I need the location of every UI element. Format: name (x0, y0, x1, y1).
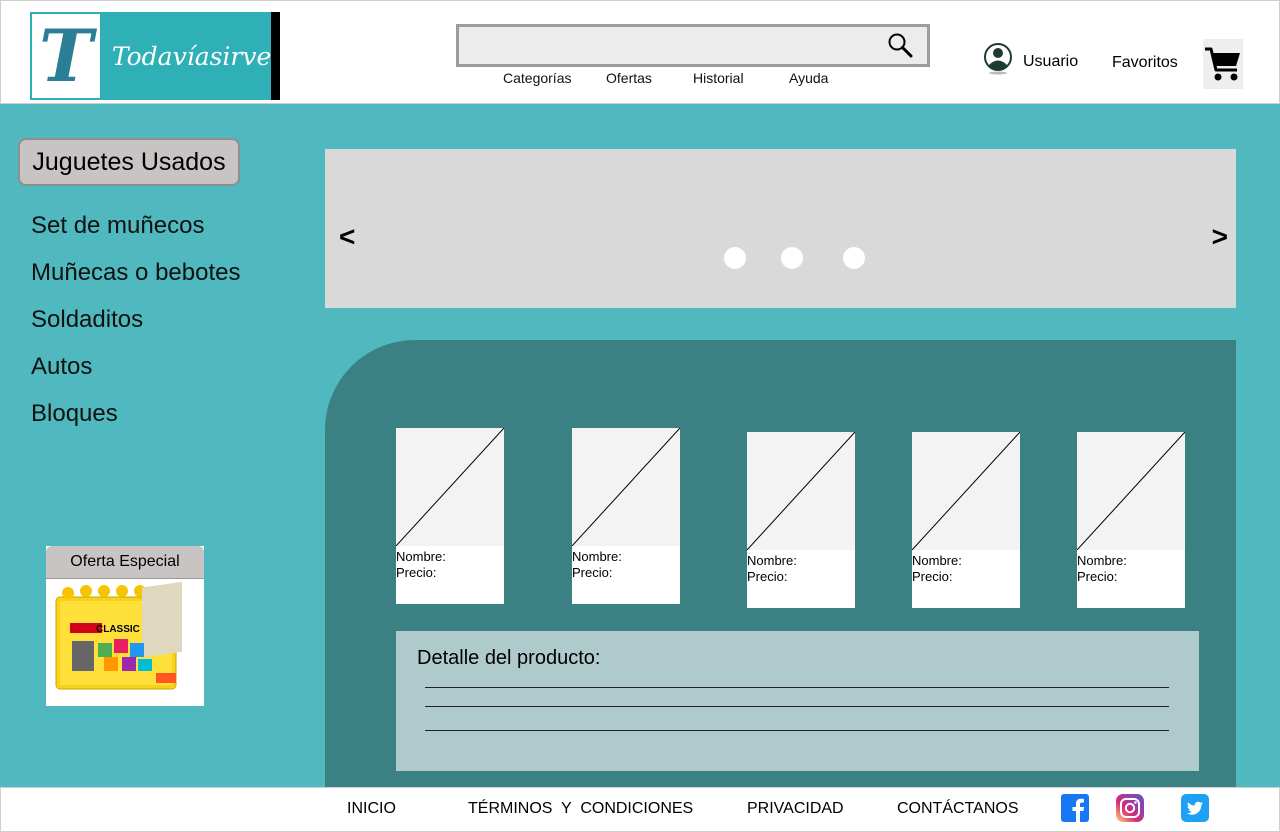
carousel-dot-2[interactable] (781, 247, 803, 269)
product-name-label: Nombre: (572, 549, 622, 564)
product-card[interactable]: Nombre: Precio: (747, 432, 855, 608)
search-input[interactable] (456, 24, 930, 67)
detail-line (425, 730, 1169, 731)
footer-link-inicio[interactable]: INICIO (347, 800, 396, 818)
nav-categorias[interactable]: Categorías (503, 70, 571, 86)
sidebar-item-munecas[interactable]: Muñecas o bebotes (31, 259, 240, 287)
product-image-placeholder (1077, 432, 1185, 550)
footer-link-privacidad[interactable]: PRIVACIDAD (747, 800, 844, 818)
footer-link-terminos[interactable]: TÉRMINOS Y CONDICIONES (468, 800, 693, 818)
product-name-label: Nombre: (747, 553, 797, 568)
special-offer-title: Oferta Especial (46, 546, 204, 579)
sidebar-item-soldaditos[interactable]: Soldaditos (31, 306, 143, 334)
product-name-label: Nombre: (1077, 553, 1127, 568)
product-price-label: Precio: (572, 565, 613, 580)
product-card[interactable]: Nombre: Precio: (572, 428, 680, 604)
product-name-label: Nombre: (912, 553, 962, 568)
detail-line (425, 706, 1169, 707)
twitter-icon[interactable] (1181, 794, 1209, 822)
instagram-icon[interactable] (1116, 794, 1144, 822)
logo-text: Todavíasirve (111, 41, 272, 71)
logo-letter: T (39, 13, 93, 98)
footer: INICIO TÉRMINOS Y CONDICIONES PRIVACIDAD… (0, 787, 1280, 832)
product-name-label: Nombre: (396, 549, 446, 564)
sidebar-item-bloques[interactable]: Bloques (31, 400, 118, 428)
user-icon[interactable] (984, 43, 1012, 75)
carousel-prev-button[interactable]: < (339, 221, 355, 253)
sidebar-item-set-munecos[interactable]: Set de muñecos (31, 212, 204, 240)
facebook-icon[interactable] (1061, 794, 1089, 822)
sidebar-item-autos[interactable]: Autos (31, 353, 92, 381)
nav-historial[interactable]: Historial (693, 70, 744, 86)
nav-ayuda[interactable]: Ayuda (789, 70, 828, 86)
special-offer[interactable]: Oferta Especial CLASSIC (46, 546, 204, 706)
lego-box-image: CLASSIC (55, 581, 182, 690)
carousel-next-button[interactable]: > (1212, 221, 1228, 253)
banner-carousel: < > (325, 149, 1236, 308)
product-price-label: Precio: (396, 565, 437, 580)
favorites-link[interactable]: Favoritos (1112, 54, 1178, 72)
product-price-label: Precio: (912, 569, 953, 584)
logo-bar (271, 12, 280, 100)
product-detail-box: Detalle del producto: (396, 631, 1199, 771)
nav-ofertas[interactable]: Ofertas (606, 70, 652, 86)
product-card[interactable]: Nombre: Precio: (396, 428, 504, 604)
logo[interactable]: T Todavíasirve (30, 12, 280, 100)
product-price-label: Precio: (747, 569, 788, 584)
cart-button[interactable] (1203, 39, 1243, 89)
product-detail-title: Detalle del producto: (417, 647, 601, 669)
category-button[interactable]: Juguetes Usados (18, 138, 240, 186)
footer-link-contactanos[interactable]: CONTÁCTANOS (897, 800, 1018, 818)
product-image-placeholder (912, 432, 1020, 550)
search-icon[interactable] (887, 32, 913, 58)
detail-line (425, 687, 1169, 688)
user-link[interactable]: Usuario (1023, 53, 1078, 71)
carousel-dot-1[interactable] (724, 247, 746, 269)
header: T Todavíasirve Categorías Ofertas Histor… (0, 0, 1280, 104)
product-image-placeholder (572, 428, 680, 546)
product-image-placeholder (747, 432, 855, 550)
lego-classic-text: CLASSIC (96, 624, 140, 635)
product-card[interactable]: Nombre: Precio: (912, 432, 1020, 608)
product-price-label: Precio: (1077, 569, 1118, 584)
product-image-placeholder (396, 428, 504, 546)
product-card[interactable]: Nombre: Precio: (1077, 432, 1185, 608)
products-panel: Nombre: Precio: Nombre: Precio: Nombre: Pre… (325, 340, 1236, 787)
logo-mark: T (30, 12, 102, 100)
cart-icon (1205, 47, 1240, 81)
carousel-dot-3[interactable] (843, 247, 865, 269)
